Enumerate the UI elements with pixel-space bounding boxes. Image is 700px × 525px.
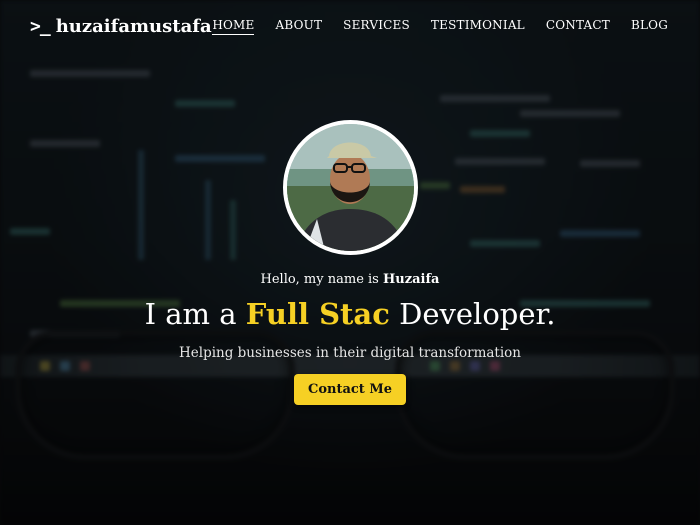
- main-menu: HOME ABOUT SERVICES TESTIMONIAL CONTACT …: [212, 18, 668, 35]
- headline-suffix: Developer.: [389, 297, 556, 331]
- nav-link-home[interactable]: HOME: [212, 18, 255, 35]
- greeting-text: Hello, my name is Huzaifa: [0, 272, 700, 287]
- background-overlay: [0, 0, 700, 525]
- top-navbar: >_ huzaifamustafa HOME ABOUT SERVICES TE…: [0, 0, 700, 52]
- nav-link-blog[interactable]: BLOG: [631, 18, 668, 35]
- profile-avatar: [283, 120, 418, 255]
- nav-link-testimonial[interactable]: TESTIMONIAL: [431, 18, 525, 35]
- nav-link-about[interactable]: ABOUT: [275, 18, 322, 35]
- nav-link-services[interactable]: SERVICES: [343, 18, 410, 35]
- hero-subtitle: Helping businesses in their digital tran…: [178, 345, 521, 361]
- profile-photo: [287, 124, 414, 251]
- brand-logo[interactable]: >_ huzaifamustafa: [30, 16, 212, 37]
- greeting-name: Huzaifa: [382, 272, 440, 287]
- nav-link-contact[interactable]: CONTACT: [546, 18, 610, 35]
- headline-highlight: Full Stac: [245, 297, 390, 331]
- terminal-prompt-icon: >_: [30, 15, 51, 37]
- brand-name: huzaifamustafa: [55, 15, 212, 37]
- hero-headline: I am a Full Stac Developer.: [0, 297, 700, 331]
- contact-me-button[interactable]: Contact Me: [294, 374, 406, 405]
- greeting-prefix: Hello, my name is: [260, 272, 383, 287]
- headline-prefix: I am a: [144, 297, 246, 331]
